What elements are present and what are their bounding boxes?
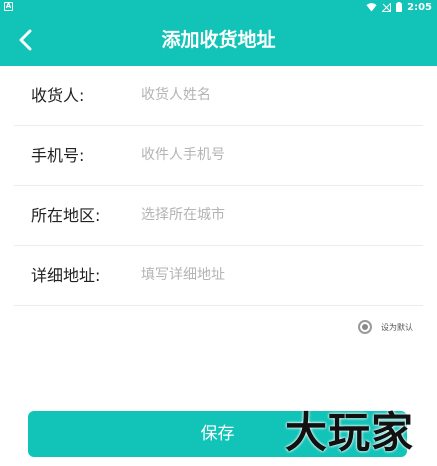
region-select-input[interactable]: [141, 200, 411, 230]
app-notification-icon: A: [4, 2, 13, 11]
save-button[interactable]: 保存: [28, 411, 407, 457]
address-label: 详细地址:: [31, 266, 101, 285]
consignee-name-input[interactable]: [141, 80, 411, 110]
top-app-bar: 添加收货地址: [0, 14, 437, 66]
default-radio[interactable]: [358, 320, 372, 334]
signal-off-icon: [382, 2, 392, 12]
battery-icon: [396, 2, 403, 12]
back-button[interactable]: [10, 24, 42, 56]
region-row: 所在地区:: [14, 186, 423, 246]
status-bar: A 2:05: [0, 0, 437, 14]
address-row: 详细地址:: [14, 246, 423, 306]
set-default-toggle[interactable]: 设为默认: [358, 320, 413, 334]
address-form: 收货人: 手机号: 所在地区: 详细地址:: [0, 66, 437, 306]
status-time: 2:05: [407, 1, 432, 13]
consignee-row: 收货人:: [14, 66, 423, 126]
phone-input[interactable]: [141, 140, 411, 170]
phone-label: 手机号:: [31, 146, 85, 165]
default-label: 设为默认: [381, 322, 413, 332]
status-bar-right: 2:05: [366, 0, 432, 14]
phone-row: 手机号:: [14, 126, 423, 186]
address-detail-input[interactable]: [141, 260, 411, 290]
radio-selected-dot: [362, 324, 368, 330]
chevron-left-icon: [19, 29, 32, 51]
consignee-label: 收货人:: [31, 86, 85, 105]
wifi-icon: [366, 2, 377, 11]
region-label: 所在地区:: [31, 206, 101, 225]
page-title: 添加收货地址: [161, 29, 276, 51]
